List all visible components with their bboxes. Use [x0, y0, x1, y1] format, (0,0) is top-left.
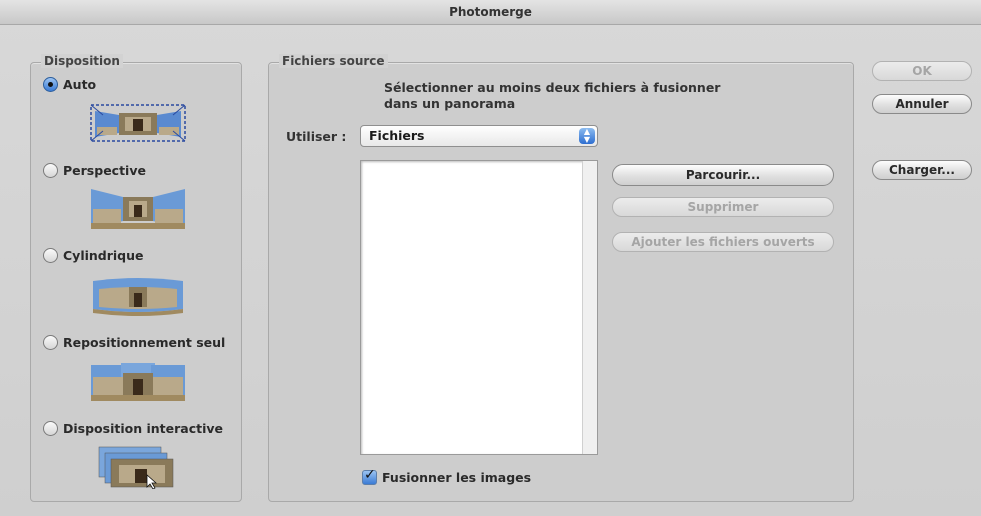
window-title: Photomerge	[0, 0, 981, 25]
panorama-auto-icon	[90, 104, 186, 142]
radio-auto[interactable]: Auto	[43, 77, 96, 92]
radio-button-perspective[interactable]	[43, 163, 58, 178]
use-dropdown[interactable]: Fichiers ▲ ▼	[360, 125, 598, 147]
load-button[interactable]: Charger...	[872, 160, 972, 180]
radio-label-auto: Auto	[63, 77, 97, 92]
instruction-line-1: Sélectionner au moins deux fichiers à fu…	[384, 80, 721, 95]
use-label: Utiliser :	[286, 129, 347, 144]
radio-button-interactive[interactable]	[43, 421, 58, 436]
radio-button-cylindrical[interactable]	[43, 248, 58, 263]
blend-images-checkbox[interactable]	[362, 467, 377, 485]
radio-cylindrical[interactable]: Cylindrique	[43, 248, 144, 263]
browse-button[interactable]: Parcourir...	[612, 164, 834, 186]
radio-reposition[interactable]: Repositionnement seul	[43, 335, 225, 350]
radio-button-reposition[interactable]	[43, 335, 58, 350]
radio-label-cylindrical: Cylindrique	[63, 248, 144, 263]
radio-label-reposition: Repositionnement seul	[63, 335, 226, 350]
radio-perspective[interactable]: Perspective	[43, 163, 146, 178]
use-dropdown-value: Fichiers	[369, 128, 425, 143]
cancel-button[interactable]: Annuler	[872, 94, 972, 114]
panorama-perspective-icon	[91, 189, 185, 229]
radio-label-interactive: Disposition interactive	[63, 421, 223, 436]
dropdown-arrows-icon: ▲ ▼	[579, 128, 595, 144]
add-open-files-button[interactable]: Ajouter les fichiers ouverts	[612, 232, 834, 252]
instruction-text: Sélectionner au moins deux fichiers à fu…	[384, 80, 720, 112]
photomerge-dialog: Photomerge Disposition Auto Perspective	[0, 0, 981, 516]
panorama-interactive-icon	[98, 446, 174, 489]
layout-group-label: Disposition	[41, 54, 123, 68]
radio-label-perspective: Perspective	[63, 163, 146, 178]
blend-images-label: Fusionner les images	[382, 470, 532, 485]
layout-group: Disposition Auto Perspective Cylindrique…	[30, 54, 242, 502]
panorama-reposition-icon	[91, 363, 185, 401]
radio-interactive[interactable]: Disposition interactive	[43, 421, 223, 436]
source-files-group-label: Fichiers source	[279, 54, 388, 68]
file-list-scrollbar[interactable]	[582, 161, 597, 454]
panorama-cylindrical-icon	[93, 278, 183, 316]
instruction-line-2: dans un panorama	[384, 96, 516, 111]
source-file-list[interactable]	[360, 160, 598, 455]
ok-button[interactable]: OK	[872, 61, 972, 81]
blend-images-checkbox-row[interactable]: Fusionner les images	[362, 467, 532, 485]
remove-button[interactable]: Supprimer	[612, 197, 834, 217]
radio-button-auto[interactable]	[43, 77, 58, 92]
